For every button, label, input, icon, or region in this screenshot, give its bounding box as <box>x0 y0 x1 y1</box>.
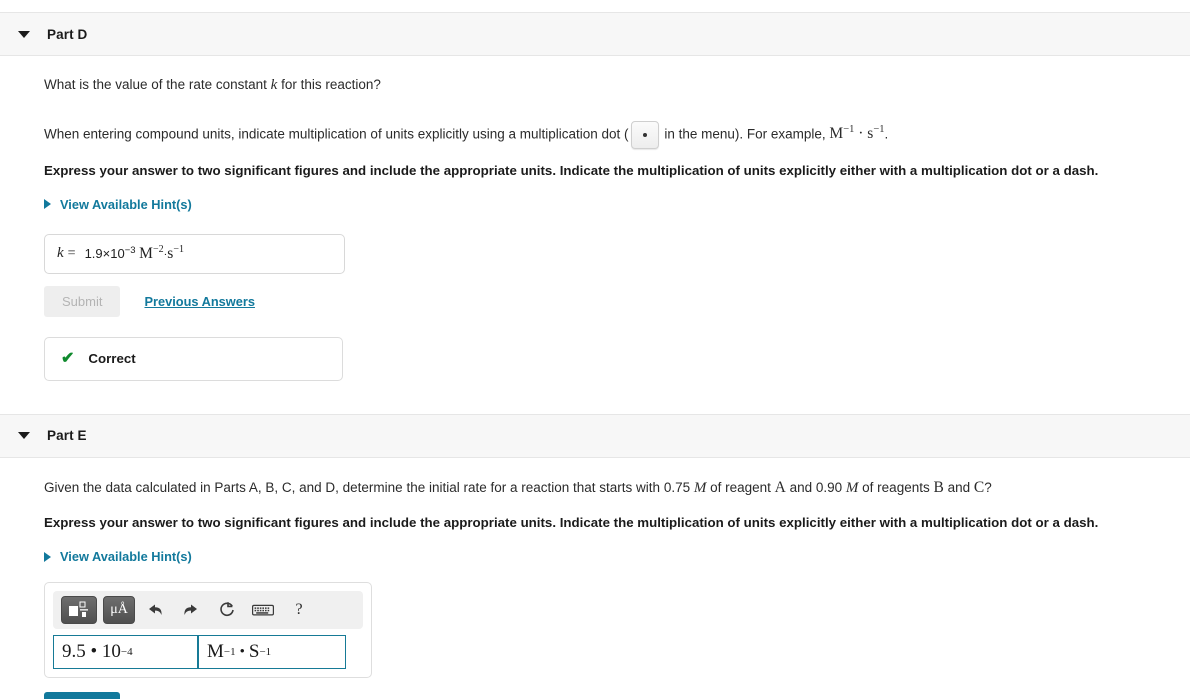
part-d-hint-label: View Available Hint(s) <box>60 196 192 212</box>
part-e-unit-1-exponent: −1 <box>223 646 236 659</box>
assignment-page: Part D What is the value of the rate con… <box>0 12 1190 699</box>
part-e-mid-1: of reagent <box>706 479 775 495</box>
part-e-hints-toggle[interactable]: View Available Hint(s) <box>44 549 1170 564</box>
part-d-question-post: for this reaction? <box>277 77 381 92</box>
part-e-question-post: ? <box>984 479 992 495</box>
part-d-feedback-box: ✔ Correct <box>44 336 343 381</box>
answer-mantissa: 1.9×10 <box>84 246 125 262</box>
part-e-molarity-1: M <box>693 479 707 496</box>
part-d-question: What is the value of the rate constant k… <box>44 75 1170 97</box>
part-e-unit-2-exponent: −1 <box>259 646 272 659</box>
part-e-question: Given the data calculated in Parts A, B,… <box>44 477 1170 500</box>
part-d-feedback-text: Correct <box>88 351 136 367</box>
answer-unit-second-exponent: −1 <box>173 244 184 256</box>
part-e-molarity-2: M <box>845 479 859 496</box>
part-d-answer-input[interactable]: k = 1.9×10−3 M−2·s−1 <box>44 233 345 274</box>
keyboard-icon[interactable] <box>249 597 277 623</box>
part-d-question-pre: What is the value of the rate constant <box>44 77 271 92</box>
units-note-mid: in the menu). For example, <box>660 126 830 142</box>
part-e-value-input[interactable]: 9.5 • 10 −4 <box>53 635 198 670</box>
part-e-unit-2: S <box>248 641 260 663</box>
math-answer-inputs: 9.5 • 10 −4 M −1 • S −1 <box>53 635 363 670</box>
reagent-a-symbol: A <box>774 478 786 496</box>
units-note-post: . <box>884 126 889 142</box>
chevron-right-icon <box>44 199 51 210</box>
part-e-unit-1: M <box>207 641 224 663</box>
chevron-down-icon[interactable] <box>18 432 30 440</box>
part-e-question-pre: Given the data calculated in Parts A, B,… <box>44 479 694 495</box>
part-d-answer-symbol: k <box>57 245 64 262</box>
reagent-b-symbol: B <box>933 478 944 496</box>
answer-unit-molar-exponent: −2 <box>152 244 164 256</box>
part-e-submit-button[interactable]: Submit <box>44 692 121 699</box>
redo-icon[interactable] <box>177 597 205 623</box>
part-d-title: Part D <box>47 26 88 42</box>
part-d-header[interactable]: Part D <box>0 12 1190 56</box>
part-e-value-exponent: −4 <box>120 646 133 659</box>
part-e-title: Part E <box>47 428 87 444</box>
multiplication-dot-button[interactable] <box>630 120 659 149</box>
template-icon[interactable] <box>61 596 97 625</box>
part-d-actions: Submit Previous Answers <box>44 285 1170 317</box>
chevron-down-icon[interactable] <box>18 30 30 38</box>
part-d-instruction: Express your answer to two significant f… <box>44 162 1099 178</box>
part-e-instruction: Express your answer to two significant f… <box>44 515 1099 531</box>
units-menu-label: μÅ <box>110 602 128 618</box>
reset-icon[interactable] <box>213 597 241 623</box>
check-icon: ✔ <box>61 349 75 367</box>
part-d-answer-equals: = <box>67 245 76 261</box>
part-d-submit-button[interactable]: Submit <box>44 285 121 317</box>
part-d-hints-toggle[interactable]: View Available Hint(s) <box>44 197 1170 212</box>
part-e-mid-4: and <box>943 479 974 495</box>
part-e-mid-3: of reagents <box>858 479 934 495</box>
part-e-unit-input[interactable]: M −1 • S −1 <box>198 635 346 670</box>
part-d-answer-value: 1.9×10−3 M−2·s−1 <box>85 244 184 263</box>
part-d-body: What is the value of the rate constant k… <box>0 75 1190 381</box>
units-menu-button[interactable]: μÅ <box>103 596 135 625</box>
units-note-pre: When entering compound units, indicate m… <box>44 126 629 142</box>
undo-icon[interactable] <box>141 597 169 623</box>
part-e-body: Given the data calculated in Parts A, B,… <box>0 477 1190 699</box>
part-e-value-mantissa: 9.5 • 10 <box>62 641 121 663</box>
help-icon[interactable]: ? <box>285 597 313 623</box>
answer-mantissa-exponent: −3 <box>124 244 136 256</box>
units-example: M−1 · s−1 <box>829 124 885 143</box>
math-editor-toolbar: μÅ ? <box>53 591 363 630</box>
part-e-math-editor: μÅ ? 9.5 • 10 −4 M −1 • S −1 <box>44 582 372 679</box>
part-e-header[interactable]: Part E <box>0 413 1190 458</box>
part-d-previous-answers-link[interactable]: Previous Answers <box>144 294 254 309</box>
answer-units: M−2·s−1 <box>139 244 184 263</box>
part-e-unit-dot: • <box>239 643 245 660</box>
part-e-actions: Submit Previous Answers Request Answer <box>44 692 1170 699</box>
reagent-c-symbol: C <box>973 478 985 496</box>
answer-unit-molar: M <box>139 245 153 263</box>
part-d-units-note: When entering compound units, indicate m… <box>44 120 1170 149</box>
part-e-mid-2: and 0.90 <box>785 479 846 495</box>
part-e-hint-label: View Available Hint(s) <box>60 549 192 565</box>
chevron-right-icon <box>44 551 51 562</box>
